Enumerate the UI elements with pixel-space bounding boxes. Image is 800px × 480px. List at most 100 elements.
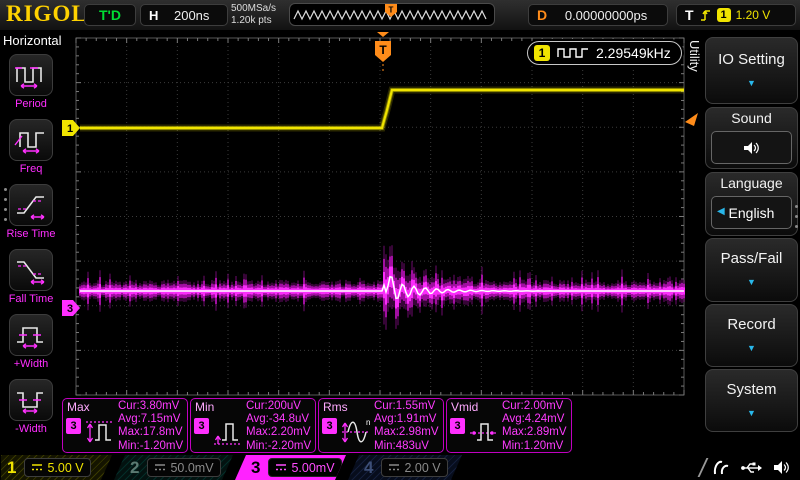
svg-text:T: T: [389, 6, 394, 15]
button-label: Sound: [731, 110, 771, 126]
menu-item-plus-width[interactable]: +Width: [0, 314, 62, 370]
memory-depth: 1.20k pts: [231, 15, 276, 27]
measurement-value: Cur:3.80mV: [118, 400, 188, 413]
channel-number: 3: [251, 458, 260, 478]
button-label: Record: [727, 316, 775, 333]
button-label: IO Setting: [718, 51, 785, 68]
channel-4-button[interactable]: 4 2.00 V: [348, 455, 462, 480]
chevron-down-icon: [747, 403, 756, 421]
delay-badge[interactable]: D 0.00000000ps: [528, 4, 668, 26]
trigger-label: T: [685, 7, 694, 23]
io-setting-button[interactable]: IO Setting: [705, 37, 798, 104]
channel-number: 2: [130, 458, 139, 478]
sample-rate: 500MSa/s: [231, 3, 276, 15]
measurement-value: Max:2.89mV: [502, 426, 572, 439]
channel-1-button[interactable]: 1 5.00 V: [1, 455, 112, 480]
trigger-source-badge: 1: [717, 8, 731, 22]
menu-item-rise-time[interactable]: Rise Time: [0, 184, 62, 240]
measurement-value: Cur:2.00mV: [502, 400, 572, 413]
chevron-down-icon: [747, 73, 756, 91]
usb-icon[interactable]: [740, 460, 764, 475]
record-button[interactable]: Record: [705, 304, 798, 367]
timebase-badge[interactable]: H 200ns: [140, 4, 228, 26]
channel-scale-box: 5.00mV: [268, 458, 341, 477]
fall-time-icon: [13, 255, 49, 285]
ch3-position-marker: 3: [62, 300, 80, 316]
channel-scale: 2.00 V: [404, 461, 440, 475]
menu-item-label: Rise Time: [0, 228, 62, 240]
svg-text:n: n: [366, 418, 370, 427]
channel-3-button[interactable]: 3 5.00mV: [235, 455, 346, 480]
system-button[interactable]: System: [705, 369, 798, 432]
measurement-value: Avg:7.15mV: [118, 413, 188, 426]
freq-icon: [13, 125, 49, 155]
graticule: [76, 38, 684, 395]
measure-menu-title: Horizontal: [3, 33, 62, 48]
speaker-icon[interactable]: [772, 459, 792, 476]
button-label: System: [726, 381, 776, 398]
dc-coupling-icon: [31, 463, 43, 472]
menu-item-fall-time[interactable]: Fall Time: [0, 249, 62, 305]
menu-item-label: -Width: [0, 423, 62, 435]
max-measure-icon: [82, 416, 118, 450]
sound-button[interactable]: Sound: [705, 107, 798, 169]
rigol-logo: RIGOL: [6, 1, 88, 27]
measurement-channel-badge: 3: [194, 418, 209, 434]
measurement-value: Avg:4.24mV: [502, 413, 572, 426]
measurement-name: Min: [195, 400, 214, 414]
measurement-value: Cur:200uV: [246, 400, 316, 413]
trigger-status-text: T'D: [99, 7, 121, 23]
measurement-value: Min:-2.20mV: [246, 440, 316, 453]
memory-waveform-preview[interactable]: T: [289, 3, 495, 26]
channel-scale: 5.00mV: [291, 461, 334, 475]
trigger-badge[interactable]: T 1 1.20 V: [676, 4, 796, 26]
square-wave-icon: [556, 46, 590, 60]
menu-item-label: Fall Time: [0, 293, 62, 305]
channel-scale: 50.0mV: [170, 461, 213, 475]
frequency-value: 2.29549kHz: [596, 45, 671, 61]
channel-scale: 5.00 V: [47, 461, 83, 475]
frequency-counter: 1 2.29549kHz: [527, 41, 682, 65]
measurement-value: Max:17.8mV: [118, 426, 188, 439]
rising-edge-icon: [699, 8, 712, 22]
trigger-position-marker: T: [375, 32, 391, 74]
rise-time-icon: [13, 190, 49, 220]
measurement-name: Max: [67, 400, 90, 414]
language-select[interactable]: English: [711, 196, 792, 229]
wave-status-icon: [712, 459, 732, 476]
dc-coupling-icon: [154, 463, 166, 472]
svg-text:1: 1: [67, 123, 73, 135]
acquisition-info: 500MSa/s 1.20k pts: [231, 3, 276, 27]
ch1-trace: [80, 90, 684, 128]
pass-fail-button[interactable]: Pass/Fail: [705, 238, 798, 302]
menu-item-period[interactable]: Period: [0, 54, 62, 110]
language-button[interactable]: Language English: [705, 172, 798, 236]
menu-item-label: Freq: [0, 163, 62, 175]
measurement-channel-badge: 3: [450, 418, 465, 434]
rms-measure-icon: n: [338, 416, 374, 450]
status-icons: [712, 459, 792, 476]
menu-item-freq[interactable]: Freq: [0, 119, 62, 175]
measure-menu: Horizontal Period Freq Rise Tim: [0, 30, 62, 455]
language-value: English: [729, 205, 775, 221]
min-measure-icon: [210, 416, 246, 450]
svg-text:T: T: [379, 43, 387, 57]
menu-item-minus-width[interactable]: -Width: [0, 379, 62, 435]
measurement-value: Cur:1.55mV: [374, 400, 444, 413]
dc-coupling-icon: [275, 463, 287, 472]
measurement-value: Min:1.20mV: [502, 440, 572, 453]
measurement-panel-rms: Rms 3 n Cur:1.55mV Avg:1.91mV Max:2.98mV…: [318, 398, 444, 453]
plus-width-icon: [13, 320, 49, 350]
trigger-level-value: 1.20 V: [736, 8, 771, 22]
channel-scale-box: 2.00 V: [381, 458, 447, 477]
measurement-channel-badge: 3: [322, 418, 337, 434]
ch3-trace: [80, 245, 684, 329]
channel-number: 4: [364, 458, 373, 478]
measurement-value: Max:2.98mV: [374, 426, 444, 439]
channel-scale-box: 5.00 V: [24, 458, 90, 477]
channel-2-button[interactable]: 2 50.0mV: [114, 455, 233, 480]
ch1-position-marker: 1: [62, 120, 80, 136]
delay-value: 0.00000000ps: [553, 8, 659, 23]
sound-toggle[interactable]: [711, 131, 792, 164]
top-status-bar: RIGOL T'D H 200ns 500MSa/s 1.20k pts T D…: [0, 0, 800, 30]
